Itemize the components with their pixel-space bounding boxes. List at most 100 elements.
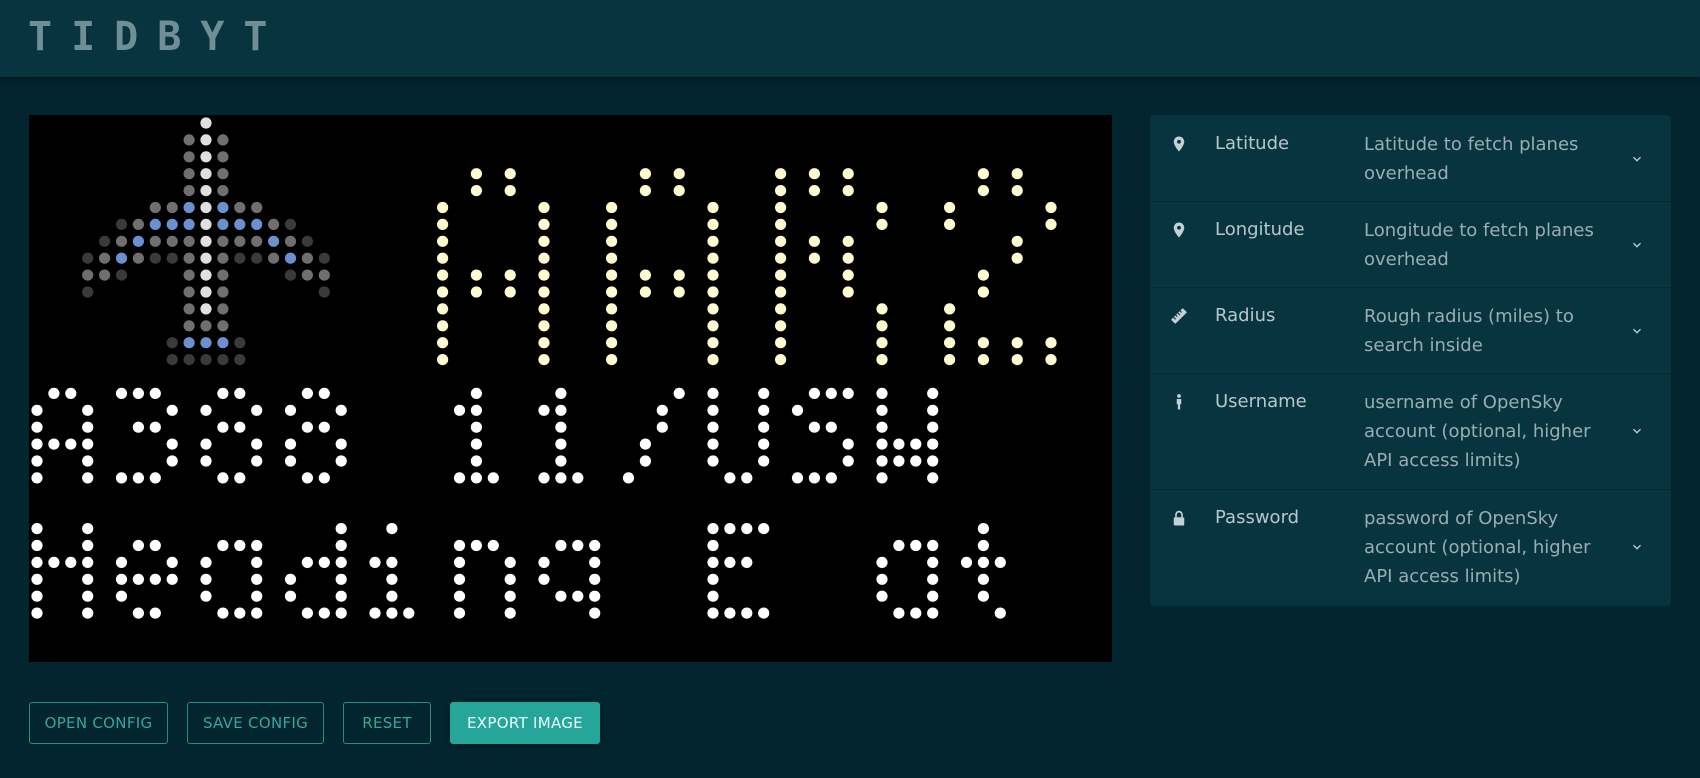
text-pixel — [538, 303, 550, 315]
plane-pixel — [183, 320, 195, 332]
text-pixel — [572, 590, 584, 602]
plane-pixel — [183, 303, 195, 315]
text-pixel — [31, 607, 43, 619]
text-pixel — [284, 590, 297, 602]
text-pixel — [132, 539, 144, 552]
text-pixel — [555, 438, 567, 450]
export-image-button[interactable]: EXPORT IMAGE — [450, 702, 600, 744]
text-pixel — [82, 404, 94, 416]
plane-pixel — [234, 354, 246, 366]
text-pixel — [335, 438, 347, 450]
chevron-down-icon[interactable] — [1629, 423, 1645, 439]
chevron-down-icon[interactable] — [1629, 323, 1645, 339]
plane-pixel — [183, 218, 195, 230]
text-pixel — [200, 556, 212, 568]
text-pixel — [555, 387, 567, 399]
text-pixel — [200, 438, 212, 450]
text-pixel — [217, 607, 229, 619]
text-pixel — [132, 573, 144, 585]
text-pixel — [724, 607, 736, 619]
text-pixel — [65, 556, 77, 568]
config-row-username[interactable]: Username username of OpenSky account (op… — [1150, 373, 1671, 490]
text-pixel — [927, 421, 939, 433]
text-pixel — [115, 590, 128, 602]
text-pixel — [808, 472, 821, 484]
chevron-down-icon[interactable] — [1629, 151, 1645, 167]
text-pixel — [758, 421, 770, 433]
text-pixel — [335, 455, 347, 467]
text-pixel — [825, 472, 837, 484]
text-pixel — [977, 354, 990, 366]
config-row-password[interactable]: Password password of OpenSky account (op… — [1150, 489, 1671, 606]
text-pixel — [335, 556, 347, 568]
text-pixel — [707, 404, 719, 416]
save-config-button[interactable]: SAVE CONFIG — [187, 702, 324, 744]
plane-pixel — [183, 134, 195, 146]
plane-pixel — [234, 235, 246, 247]
text-pixel — [318, 472, 330, 484]
text-pixel — [31, 539, 43, 552]
password-label: Password — [1215, 507, 1300, 528]
text-pixel — [673, 185, 685, 197]
text-pixel — [910, 539, 922, 552]
text-pixel — [437, 218, 449, 230]
text-pixel — [876, 337, 888, 349]
text-pixel — [437, 354, 449, 366]
text-pixel — [555, 455, 567, 467]
plane-pixel — [234, 218, 246, 230]
text-pixel — [606, 269, 618, 281]
text-pixel — [386, 523, 398, 535]
text-pixel — [335, 590, 347, 602]
text-pixel — [606, 252, 618, 264]
heading-text: Heading E at 2 — [31, 523, 1006, 619]
text-pixel — [775, 354, 787, 366]
plane-pixel — [132, 252, 144, 264]
plane-pixel — [251, 252, 263, 264]
text-pixel — [1011, 168, 1023, 180]
text-pixel — [1011, 252, 1023, 264]
plane-pixel — [284, 252, 297, 264]
plane-pixel — [217, 303, 229, 315]
plane-pixel — [217, 201, 229, 214]
plane-pixel — [217, 235, 229, 247]
text-pixel — [808, 252, 821, 264]
text-pixel — [876, 387, 888, 399]
text-pixel — [876, 404, 888, 416]
led-matrix-canvas: AAR204 A388 11/USW Heading E at 2 — [31, 117, 1057, 619]
plane-pixel — [284, 235, 297, 247]
text-pixel — [1011, 235, 1023, 247]
config-row-radius[interactable]: Radius Rough radius (miles) to search in… — [1150, 287, 1671, 374]
plane-pixel — [200, 185, 212, 197]
text-pixel — [707, 573, 719, 585]
text-pixel — [335, 573, 347, 585]
open-config-button[interactable]: OPEN CONFIG — [29, 702, 168, 744]
text-pixel — [842, 455, 854, 467]
text-pixel — [673, 286, 685, 298]
text-pixel — [251, 590, 263, 602]
text-pixel — [977, 539, 990, 552]
chevron-down-icon[interactable] — [1629, 539, 1645, 555]
text-pixel — [386, 556, 398, 568]
config-row-latitude[interactable]: Latitude Latitude to fetch planes overhe… — [1150, 115, 1671, 202]
text-pixel — [673, 269, 685, 281]
config-row-longitude[interactable]: Longitude Longitude to fetch planes over… — [1150, 201, 1671, 288]
chevron-down-icon[interactable] — [1629, 237, 1645, 253]
text-pixel — [82, 472, 94, 484]
text-pixel — [606, 337, 618, 349]
reset-button[interactable]: RESET — [343, 702, 431, 744]
text-pixel — [166, 438, 178, 450]
text-pixel — [1045, 218, 1057, 230]
text-pixel — [538, 201, 550, 214]
text-pixel — [724, 472, 736, 484]
text-pixel — [707, 286, 719, 298]
text-pixel — [927, 438, 939, 450]
text-pixel — [470, 472, 482, 484]
text-pixel — [149, 421, 161, 433]
password-description: password of OpenSky account (optional, h… — [1364, 508, 1591, 587]
plane-pixel — [251, 201, 263, 214]
text-pixel — [217, 421, 229, 433]
text-pixel — [808, 387, 821, 399]
text-pixel — [707, 523, 719, 535]
plane-pixel — [217, 218, 229, 230]
text-pixel — [876, 472, 888, 484]
